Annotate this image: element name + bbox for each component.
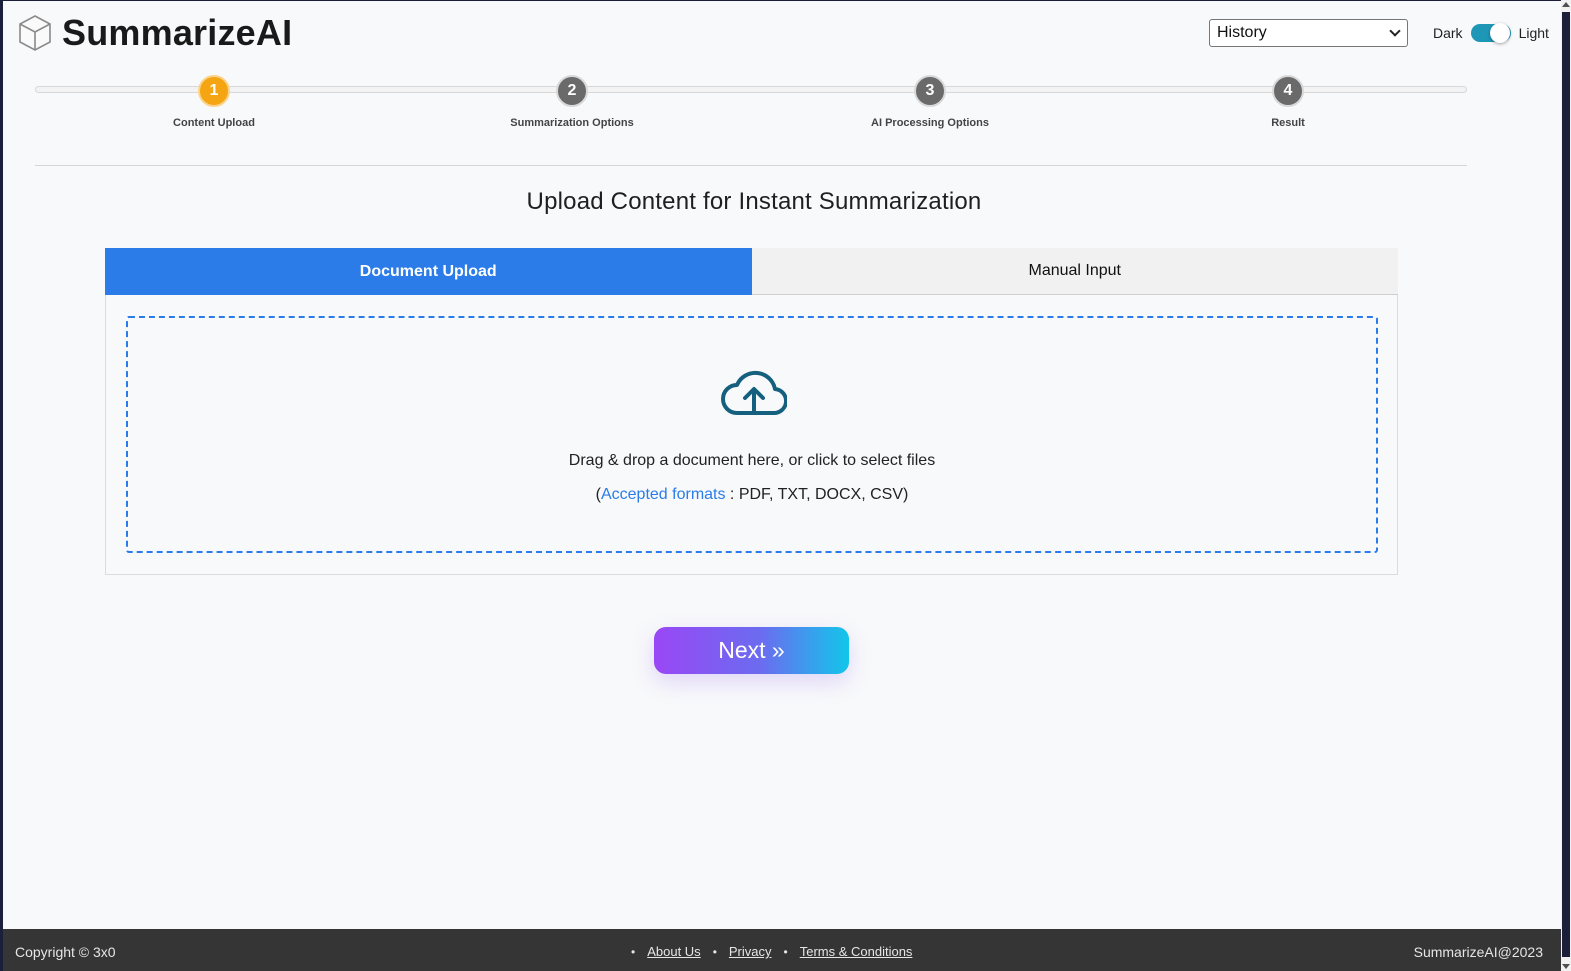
theme-toggle[interactable]: Dark Light [1433,23,1549,43]
next-button[interactable]: Next » [654,627,849,674]
scroll-up-arrow-icon[interactable] [1562,2,1570,7]
step-number: 3 [914,75,946,107]
input-mode-tabs: Document Upload Manual Input [105,248,1398,295]
toggle-knob [1489,23,1510,43]
page-title: Upload Content for Instant Summarization [526,188,982,215]
step-label: Result [1271,117,1305,129]
theme-toggle-dark-label: Dark [1433,25,1463,41]
window-frame-top [0,0,1571,1]
footer-link-terms[interactable]: Terms & Conditions [800,944,913,959]
file-dropzone[interactable]: Drag & drop a document here, or click to… [126,316,1378,553]
footer-brand-year: SummarizeAI@2023 [1413,944,1543,960]
chevron-down-icon [1389,25,1401,37]
step-label: Summarization Options [510,117,634,129]
step-number: 2 [556,75,588,107]
accepted-formats-link[interactable]: Accepted formats [601,486,726,503]
cube-icon [19,15,51,51]
step-label: AI Processing Options [871,117,989,129]
footer-copyright: Copyright © 3x0 [15,944,116,960]
scroll-down-arrow-icon[interactable] [1562,964,1570,969]
step-content-upload[interactable]: 1 Content Upload [114,75,314,129]
brand[interactable]: SummarizeAI [18,12,292,54]
bullet-icon: • [631,944,636,959]
step-number: 1 [198,75,230,107]
brand-name: SummarizeAI [62,12,293,53]
step-ai-processing-options[interactable]: 3 AI Processing Options [830,75,1030,129]
footer-links: • About Us • Privacy • Terms & Condition… [631,944,924,959]
history-select[interactable]: History [1209,19,1408,47]
footer-link-privacy[interactable]: Privacy [729,944,772,959]
vertical-scrollbar[interactable] [1561,0,1571,971]
theme-toggle-switch[interactable] [1470,23,1511,43]
upload-panel: Drag & drop a document here, or click to… [105,295,1398,575]
step-label: Content Upload [173,117,255,129]
bullet-icon: • [712,944,717,959]
scrollbar-thumb[interactable] [1562,12,1570,957]
tab-manual-input[interactable]: Manual Input [751,248,1398,295]
footer-link-about-us[interactable]: About Us [647,944,700,959]
history-select-value: History [1217,24,1267,41]
window-frame-left [0,0,3,971]
bullet-icon: • [783,944,788,959]
formats-list: : PDF, TXT, DOCX, CSV) [725,486,909,503]
theme-toggle-light-label: Light [1518,25,1549,41]
divider [35,165,1467,166]
footer: Copyright © 3x0 • About Us • Privacy • T… [3,929,1561,971]
cloud-upload-icon [721,370,787,416]
step-number: 4 [1272,75,1304,107]
dropzone-instruction: Drag & drop a document here, or click to… [568,452,936,469]
step-result[interactable]: 4 Result [1188,75,1388,129]
accepted-formats: (Accepted formats : PDF, TXT, DOCX, CSV) [128,486,1376,504]
step-summarization-options[interactable]: 2 Summarization Options [472,75,672,129]
tab-document-upload[interactable]: Document Upload [105,248,752,295]
